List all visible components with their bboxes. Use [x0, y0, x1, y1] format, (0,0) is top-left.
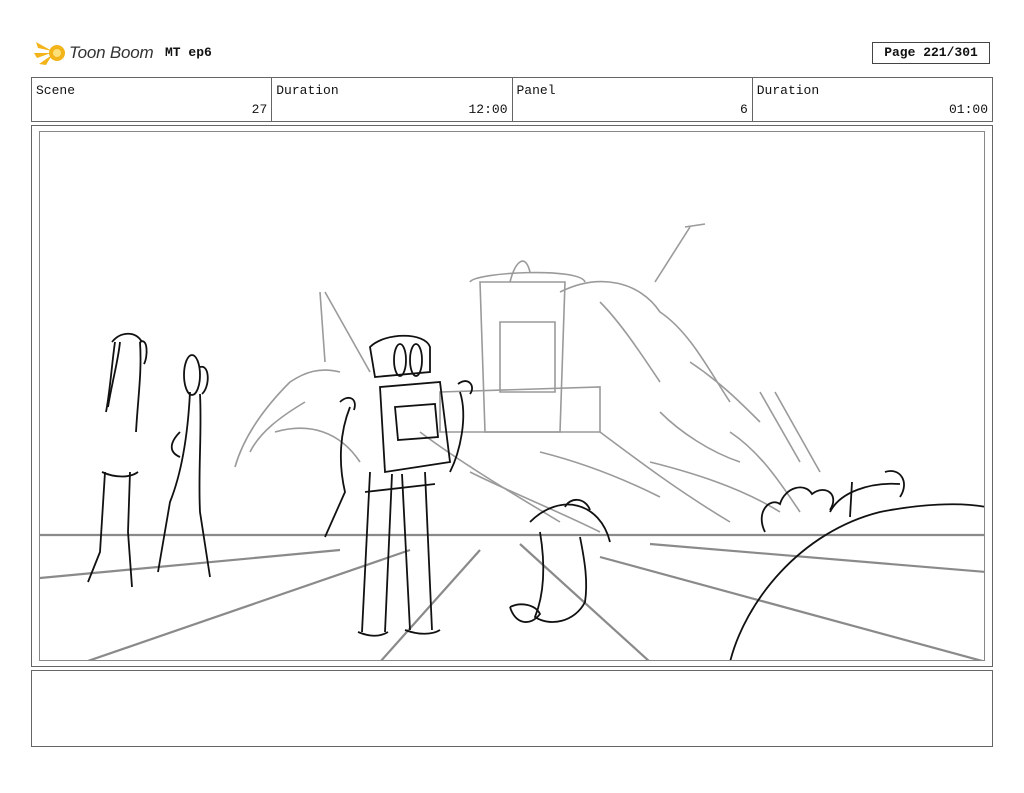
panel-duration-value: 01:00 — [948, 102, 988, 117]
scene-duration-label: Duration — [276, 83, 339, 98]
storyboard-sketch — [40, 223, 984, 660]
panel-cell: Panel 6 — [513, 78, 753, 121]
left-characters — [87, 332, 211, 588]
project-title: MT ep6 — [165, 45, 212, 60]
panel-info-bar: Scene 27 Duration 12:00 Panel 6 Duration… — [31, 77, 993, 122]
panel-duration-label: Duration — [756, 83, 820, 98]
panel-label: Panel — [516, 83, 556, 98]
foreground-mound — [729, 470, 984, 660]
scene-label: Scene — [36, 83, 76, 98]
hat-creature — [509, 498, 611, 623]
storyboard-panel — [39, 131, 985, 661]
page-number: Page 221/301 — [872, 42, 990, 64]
panel-notes — [31, 670, 993, 747]
toon-boom-logo-icon — [34, 42, 65, 65]
brand-name: Toon Boom — [69, 43, 154, 62]
floor-lines — [40, 533, 984, 660]
scene-value: 27 — [251, 102, 268, 117]
toon-boom-logo: Toon Boom — [34, 38, 154, 68]
storyboard-panel-frame — [31, 125, 993, 667]
robot — [324, 334, 473, 637]
scene-duration-cell: Duration 12:00 — [272, 78, 513, 121]
panel-duration-cell: Duration 01:00 — [753, 78, 992, 121]
scene-cell: Scene 27 — [32, 78, 273, 121]
panel-value: 6 — [739, 102, 748, 117]
background-machine — [234, 223, 821, 533]
scene-duration-value: 12:00 — [468, 102, 508, 117]
